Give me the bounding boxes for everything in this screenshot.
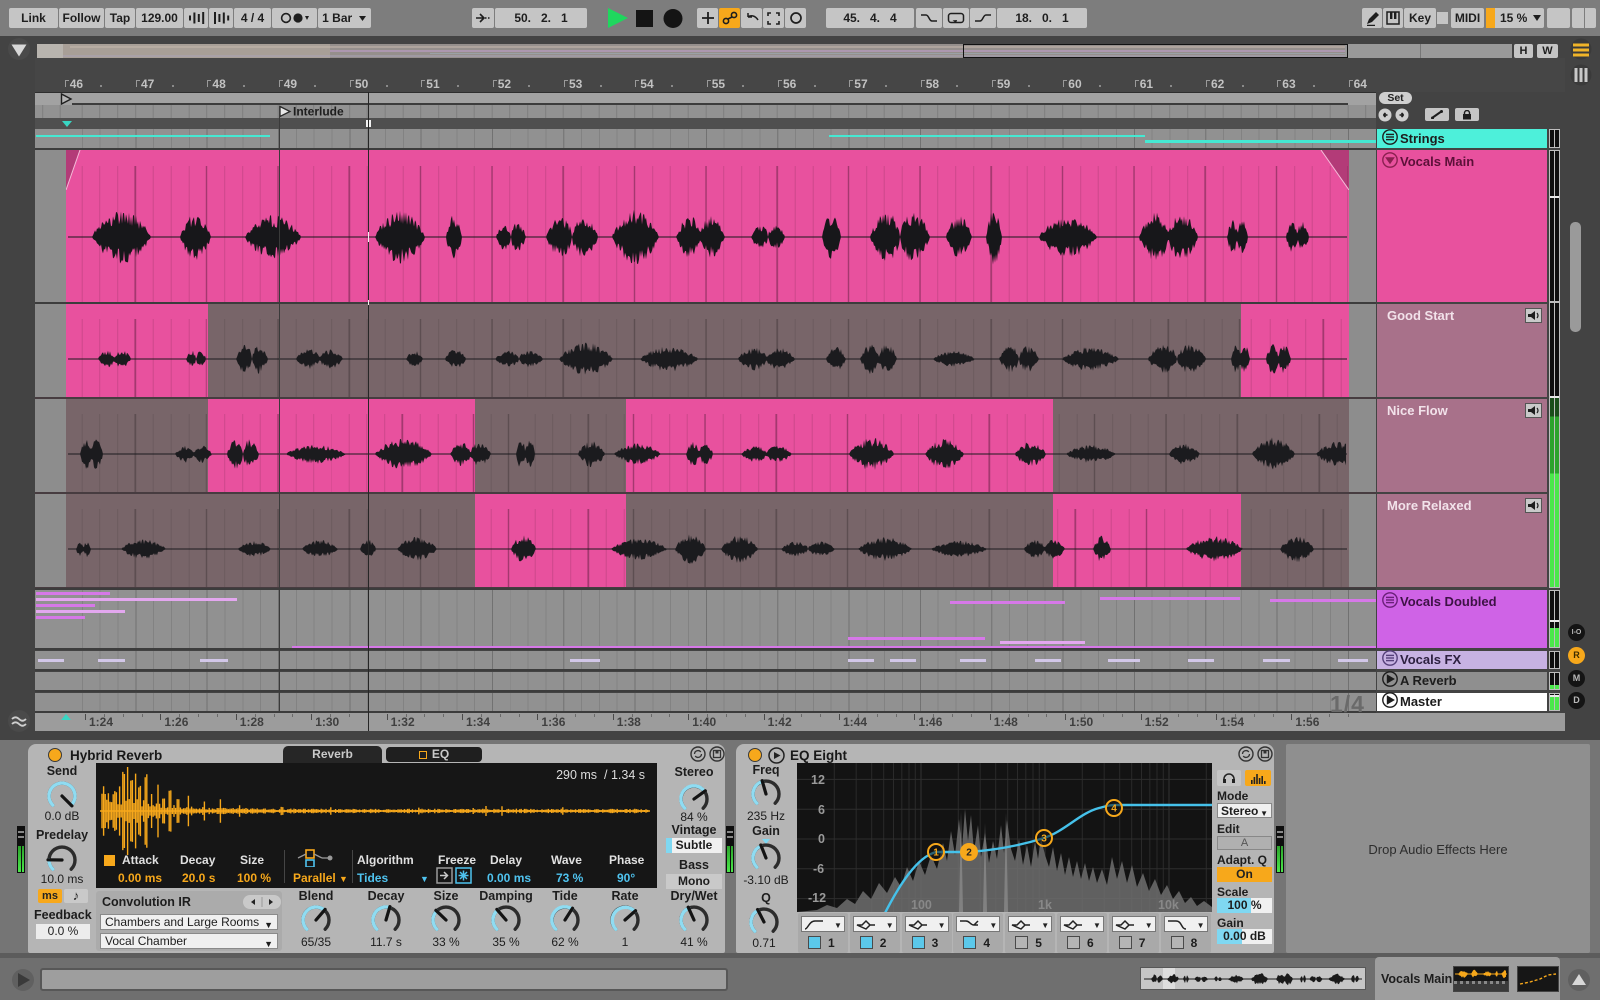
svg-text:Size: Size xyxy=(433,889,458,903)
svg-text:12: 12 xyxy=(811,773,825,787)
svg-text:-6: -6 xyxy=(813,862,824,876)
svg-text:Stereo: Stereo xyxy=(675,765,714,779)
svg-text:1: 1 xyxy=(933,848,939,859)
svg-text:1: 1 xyxy=(622,935,629,949)
svg-text:35 %: 35 % xyxy=(492,935,520,949)
svg-text:10k: 10k xyxy=(1158,898,1179,912)
svg-text:33 %: 33 % xyxy=(432,935,460,949)
svg-text:Vintage: Vintage xyxy=(672,823,717,837)
svg-text:100: 100 xyxy=(911,898,932,912)
svg-text:Gain: Gain xyxy=(752,824,780,838)
svg-text:1k: 1k xyxy=(1038,898,1052,912)
svg-text:41 %: 41 % xyxy=(680,935,708,949)
svg-text:3: 3 xyxy=(1041,834,1047,845)
svg-text:84 %: 84 % xyxy=(680,810,708,824)
svg-text:6: 6 xyxy=(818,803,825,817)
svg-text:Interlude: Interlude xyxy=(293,105,344,118)
svg-text:Damping: Damping xyxy=(479,889,532,903)
svg-text:11.7 s: 11.7 s xyxy=(370,935,402,949)
svg-text:-3.10 dB: -3.10 dB xyxy=(743,873,788,887)
svg-text:Dry/Wet: Dry/Wet xyxy=(670,889,718,903)
svg-text:Send: Send xyxy=(47,764,78,778)
svg-text:4: 4 xyxy=(1111,804,1117,815)
svg-text:Predelay: Predelay xyxy=(36,828,88,842)
svg-text:2: 2 xyxy=(966,848,972,859)
svg-text:Freq: Freq xyxy=(752,763,779,777)
svg-text:65/35: 65/35 xyxy=(301,935,331,949)
svg-text:Decay: Decay xyxy=(368,889,405,903)
svg-text:Tide: Tide xyxy=(552,889,578,903)
svg-text:0: 0 xyxy=(818,832,825,846)
svg-text:235 Hz: 235 Hz xyxy=(747,809,785,823)
svg-text:0.71: 0.71 xyxy=(752,936,776,950)
svg-text:62 %: 62 % xyxy=(551,935,579,949)
svg-text:10.0 ms: 10.0 ms xyxy=(41,872,84,886)
svg-text:Blend: Blend xyxy=(299,889,334,903)
svg-text:Rate: Rate xyxy=(611,889,638,903)
svg-text:0.0 dB: 0.0 dB xyxy=(45,809,80,823)
svg-text:Q: Q xyxy=(761,891,771,905)
svg-text:-12: -12 xyxy=(808,891,826,905)
